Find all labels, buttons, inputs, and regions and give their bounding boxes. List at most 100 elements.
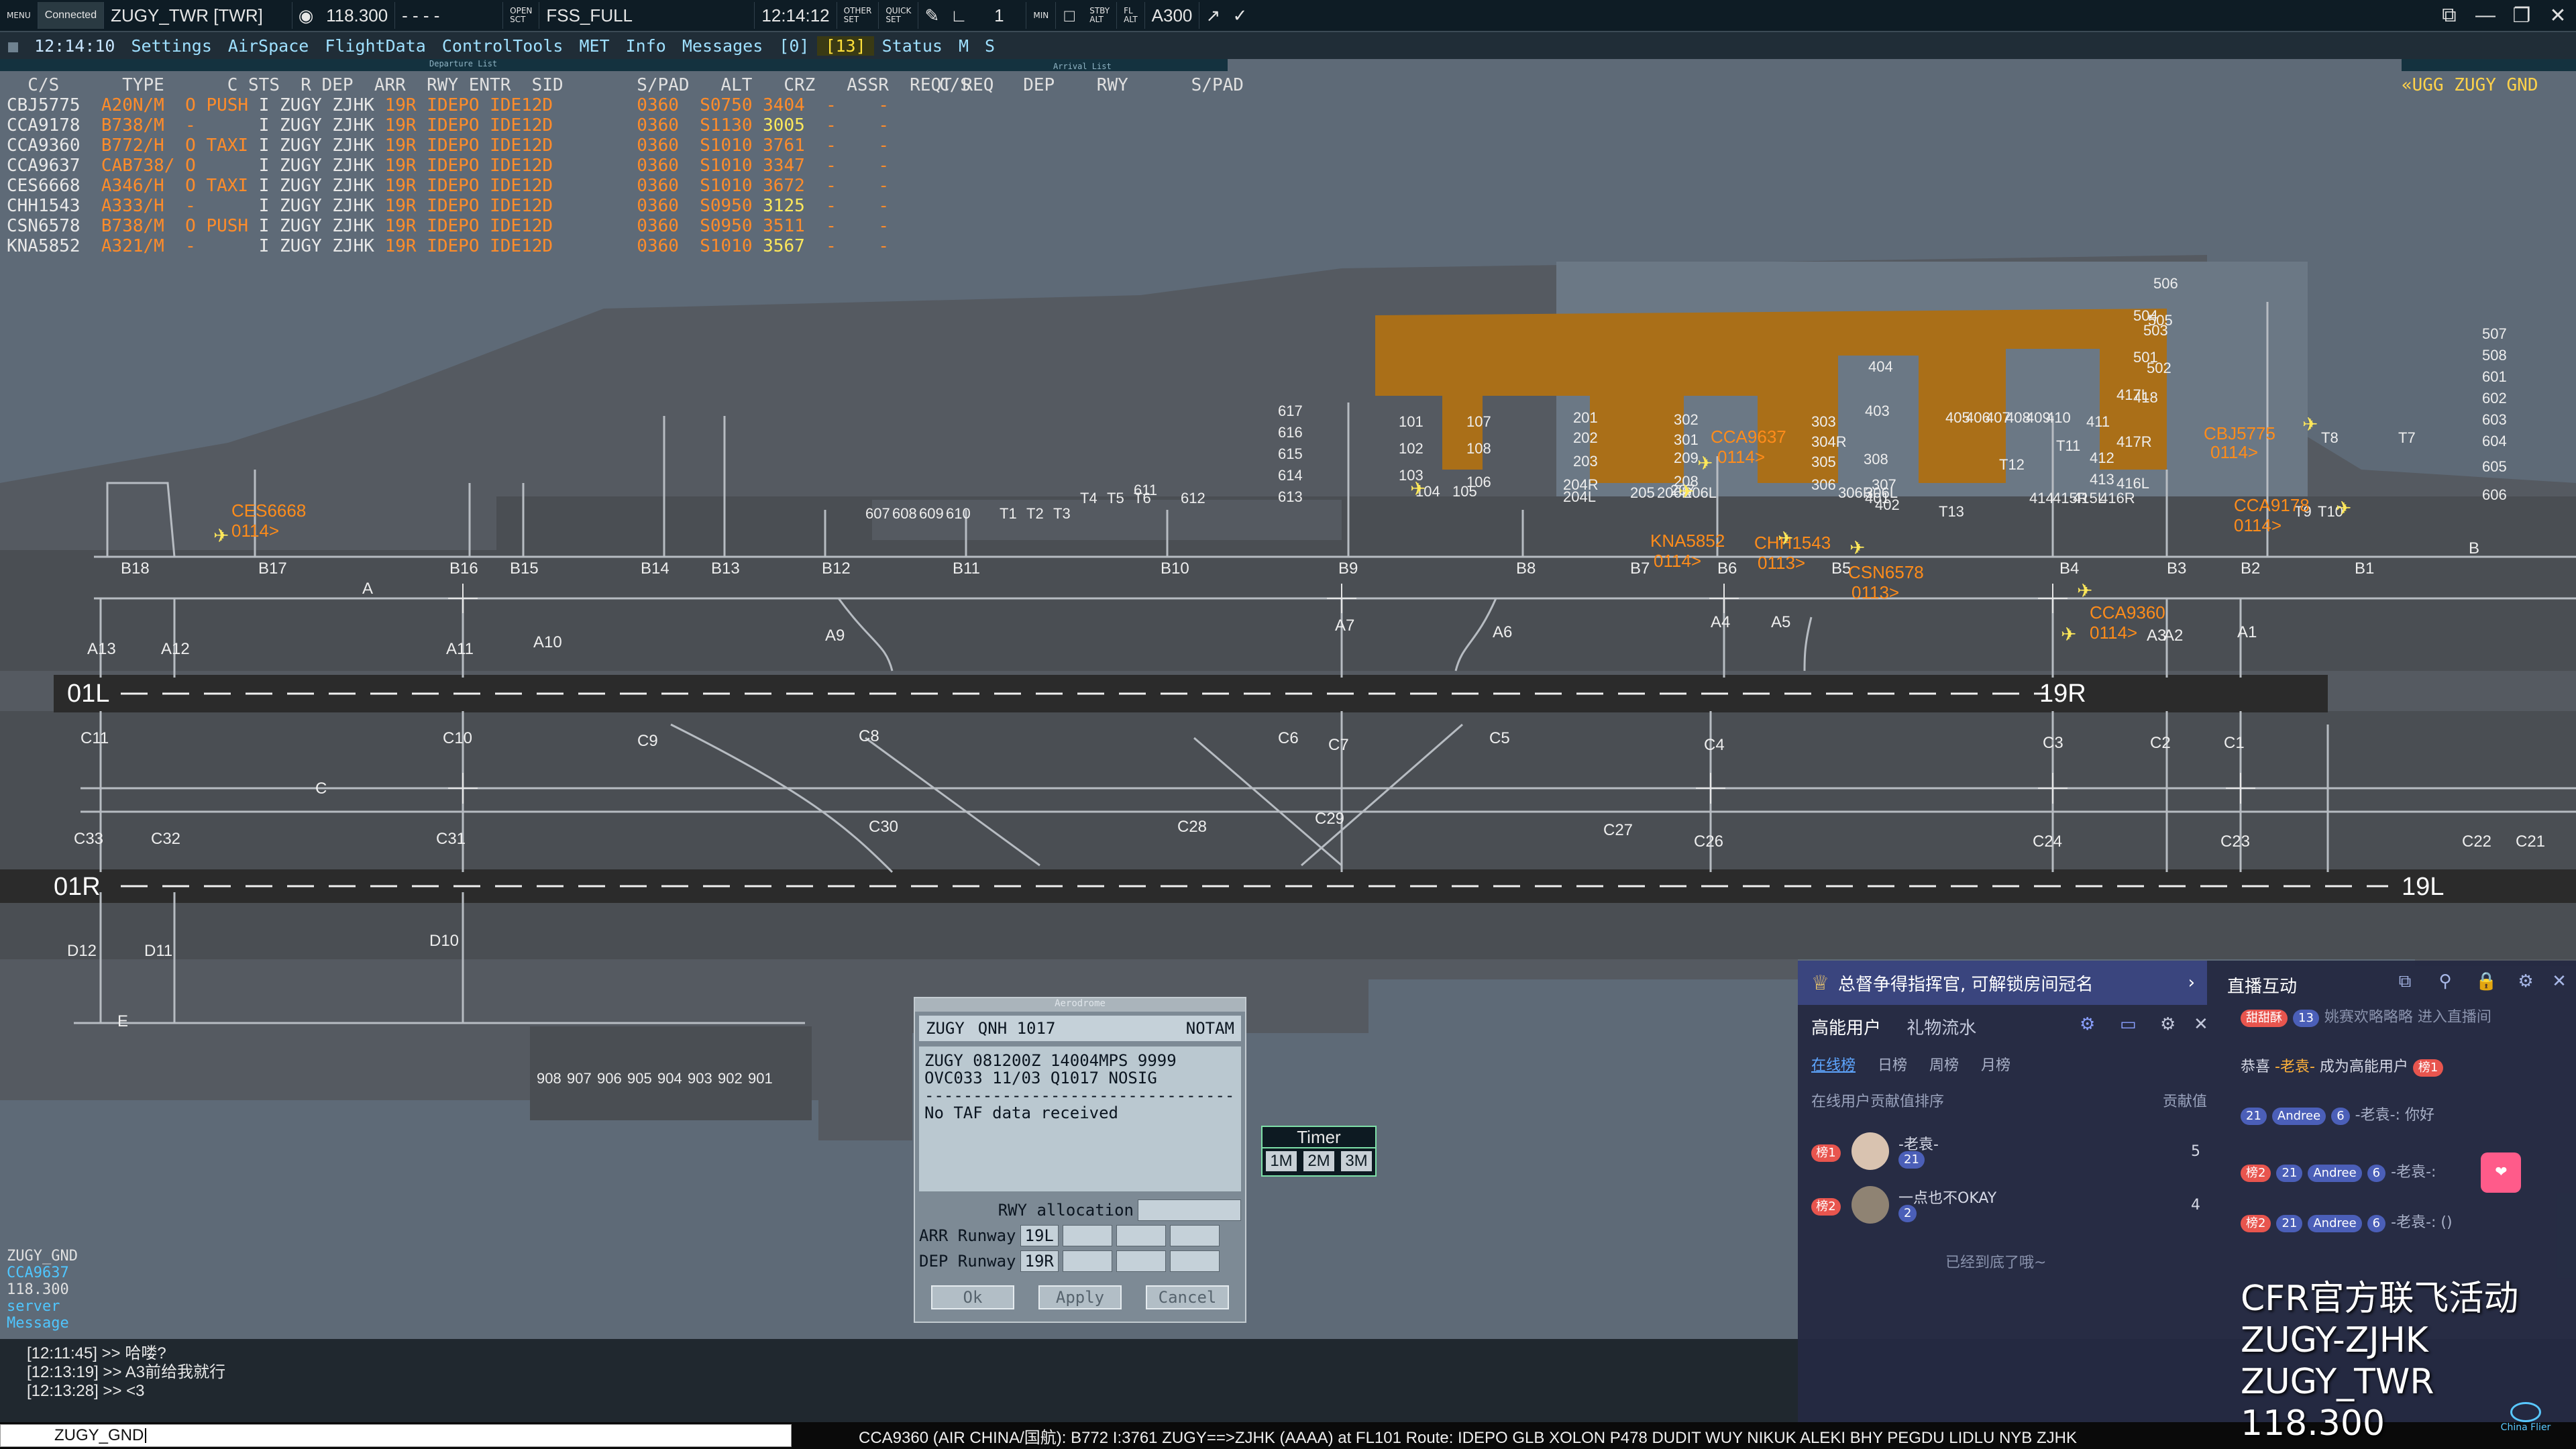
heart-gift-icon[interactable]: ❤ xyxy=(2481,1152,2522,1193)
ranked-user[interactable]: 榜1 -老袁- 21 5 xyxy=(1811,1132,2207,1173)
lock-small-icon[interactable]: ▭ xyxy=(2120,1014,2137,1034)
arrival-list-titlebar[interactable]: Arrival List xyxy=(872,59,1228,71)
departure-cell[interactable]: CBJ5775 xyxy=(7,95,101,115)
chat-message[interactable]: 恭喜 -老袁- 成为高能用户 榜1 xyxy=(2241,1055,2449,1077)
ruler-icon[interactable]: ∟ xyxy=(945,2,972,29)
departure-cell[interactable]: - xyxy=(826,115,878,136)
command-input[interactable]: ZUGY_GND xyxy=(0,1424,792,1447)
stream-banner[interactable]: ♕ 总督争得指挥官, 可解锁房间冠名 › xyxy=(1798,961,2207,1005)
atis-titlebar[interactable] xyxy=(2402,59,2576,71)
departure-cell[interactable]: S1010 xyxy=(700,176,763,196)
alert-count[interactable]: [13] xyxy=(817,36,874,56)
departure-cell[interactable]: - xyxy=(878,136,920,156)
cancel-button[interactable]: Cancel xyxy=(1146,1285,1229,1309)
departure-cell[interactable]: - xyxy=(826,196,878,216)
departure-cell[interactable]: CCA9360 xyxy=(7,136,101,156)
departure-cell[interactable]: TAXI xyxy=(206,136,258,156)
departure-row[interactable]: CCA9360 B772/H O TAXI I ZUGY ZJHK 19R ID… xyxy=(7,136,1004,156)
popout-icon[interactable]: ⧉ xyxy=(2395,971,2415,991)
departure-cell[interactable]: - xyxy=(826,236,878,256)
departure-cell[interactable]: B738/M xyxy=(101,216,185,236)
departure-cell[interactable]: 3347 xyxy=(763,156,826,176)
departure-cell[interactable]: IDEPO xyxy=(427,176,490,196)
departure-cell[interactable]: ZJHK xyxy=(332,216,384,236)
departure-cell[interactable]: O xyxy=(185,156,206,176)
subtab-online[interactable]: 在线榜 xyxy=(1811,1057,1856,1074)
departure-cell[interactable]: IDE12D xyxy=(490,115,637,136)
departure-cell[interactable]: 0360 xyxy=(637,236,700,256)
departure-cell[interactable]: - xyxy=(826,216,878,236)
pen-icon[interactable]: ✎ xyxy=(918,2,945,29)
departure-cell[interactable]: A321/M xyxy=(101,236,185,256)
quick-set-button[interactable]: QUICK SET xyxy=(879,2,919,29)
departure-cell[interactable]: IDEPO xyxy=(427,115,490,136)
departure-cell[interactable]: KNA5852 xyxy=(7,236,101,256)
broom-icon[interactable]: ⚲ xyxy=(2435,971,2455,991)
maximize-icon[interactable]: ❐ xyxy=(2504,4,2540,28)
departure-cell[interactable]: A346/H xyxy=(101,176,185,196)
station-message-link[interactable]: Message xyxy=(7,1315,78,1332)
departure-cell[interactable]: 3404 xyxy=(763,95,826,115)
departure-cell[interactable]: IDE12D xyxy=(490,136,637,156)
departure-cell[interactable]: I xyxy=(259,136,280,156)
tab-gift-flow[interactable]: 礼物流水 xyxy=(1907,1018,1976,1038)
departure-cell[interactable]: IDEPO xyxy=(427,196,490,216)
stby-alt-button[interactable]: STBY ALT xyxy=(1083,2,1118,29)
departure-cell[interactable]: ZJHK xyxy=(332,136,384,156)
connection-status[interactable]: Connected xyxy=(38,2,105,29)
departure-cell[interactable]: CAB738/ xyxy=(101,156,185,176)
other-set-button[interactable]: OTHER SET xyxy=(837,2,879,29)
wind-icon[interactable]: ↗ xyxy=(1199,2,1226,29)
departure-cell[interactable]: 0360 xyxy=(637,176,700,196)
departure-cell[interactable]: S1130 xyxy=(700,115,763,136)
departure-cell[interactable]: I xyxy=(259,156,280,176)
departure-row[interactable]: CSN6578 B738/M O PUSH I ZUGY ZJHK 19R ID… xyxy=(7,216,1004,236)
departure-cell[interactable]: - xyxy=(878,156,920,176)
menu-met[interactable]: MET xyxy=(571,36,617,56)
ranked-user[interactable]: 榜2 一点也不OKAY 2 4 xyxy=(1811,1186,2207,1226)
departure-cell[interactable] xyxy=(206,156,258,176)
departure-cell[interactable]: - xyxy=(878,115,920,136)
departure-cell[interactable]: 19R xyxy=(385,176,427,196)
departure-cell[interactable]: 3125 xyxy=(763,196,826,216)
departure-cell[interactable]: ZJHK xyxy=(332,95,384,115)
departure-cell[interactable]: IDE12D xyxy=(490,196,637,216)
departure-cell[interactable]: S1010 xyxy=(700,156,763,176)
departure-cell[interactable]: IDE12D xyxy=(490,176,637,196)
departure-row[interactable]: KNA5852 A321/M - I ZUGY ZJHK 19R IDEPO I… xyxy=(7,236,1004,256)
departure-row[interactable]: CCA9178 B738/M - I ZUGY ZJHK 19R IDEPO I… xyxy=(7,115,1004,136)
departure-cell[interactable]: ZUGY xyxy=(280,236,332,256)
timer-1m-button[interactable]: 1M xyxy=(1266,1151,1297,1171)
departure-cell[interactable]: ZJHK xyxy=(332,196,384,216)
close-icon[interactable]: ✕ xyxy=(2549,971,2569,991)
gear-icon[interactable]: ⚙ xyxy=(2516,971,2536,991)
departure-cell[interactable]: 0360 xyxy=(637,95,700,115)
minimize-icon[interactable]: — xyxy=(2467,4,2504,27)
departure-cell[interactable]: - xyxy=(826,176,878,196)
departure-cell[interactable]: CES6668 xyxy=(7,176,101,196)
departure-cell[interactable]: O xyxy=(185,176,206,196)
departure-row[interactable]: CCA9637 CAB738/ O I ZUGY ZJHK 19R IDEPO … xyxy=(7,156,1004,176)
departure-cell[interactable]: - xyxy=(878,176,920,196)
min-button[interactable]: MIN xyxy=(1026,2,1057,29)
rwy-allocation-select[interactable] xyxy=(1138,1199,1241,1221)
settings-small-icon[interactable]: ⚙ xyxy=(2080,1014,2095,1034)
arr-runway-select-4[interactable] xyxy=(1169,1225,1220,1246)
departure-cell[interactable]: B738/M xyxy=(101,115,185,136)
arr-runway-select-3[interactable] xyxy=(1116,1225,1166,1246)
departure-cell[interactable]: - xyxy=(826,156,878,176)
departure-cell[interactable]: S0750 xyxy=(700,95,763,115)
menu-messages[interactable]: Messages xyxy=(674,36,771,56)
departure-cell[interactable]: I xyxy=(259,95,280,115)
dep-runway-select[interactable]: 19R xyxy=(1020,1250,1059,1272)
close-icon[interactable]: ✕ xyxy=(2540,4,2576,28)
departure-cell[interactable]: - xyxy=(878,236,920,256)
departure-cell[interactable]: I xyxy=(259,216,280,236)
departure-cell[interactable]: B772/H xyxy=(101,136,185,156)
departure-cell[interactable]: ZJHK xyxy=(332,156,384,176)
departure-cell[interactable]: 19R xyxy=(385,196,427,216)
departure-cell[interactable]: 19R xyxy=(385,115,427,136)
departure-cell[interactable]: ZUGY xyxy=(280,136,332,156)
departure-cell[interactable]: 3761 xyxy=(763,136,826,156)
headset-icon[interactable]: ◉ xyxy=(292,2,319,29)
